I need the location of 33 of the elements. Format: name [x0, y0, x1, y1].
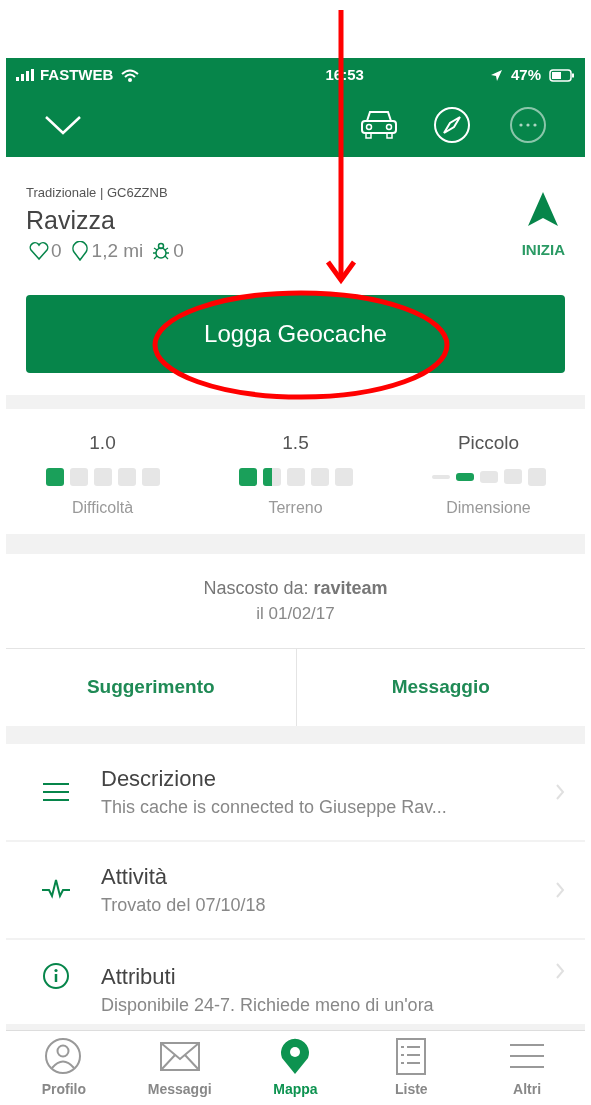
hidden-date: il 01/02/17 — [256, 603, 335, 626]
rating-value: 1.0 — [89, 431, 116, 456]
tab-bar-item[interactable]: Profilo — [6, 1031, 122, 1105]
detail-subtitle: Trovato del 07/10/18 — [101, 893, 267, 917]
rating-value: 1.5 — [282, 431, 309, 456]
tab-bar-item[interactable]: Liste — [353, 1031, 470, 1105]
detail-subtitle: Disponibile 24-7. Richiede meno di un'ora — [101, 994, 435, 1017]
action-button[interactable]: Messaggio — [295, 649, 585, 726]
hidden-by-text: Nascosto da: raviteam — [203, 577, 388, 601]
rating-label: Terreno — [268, 497, 323, 518]
action-button[interactable]: Suggerimento — [6, 649, 296, 726]
battery-percent: 47% — [510, 64, 541, 85]
detail-row[interactable]: Descrizione This cache is connected to Giuseppe Rav... — [6, 744, 585, 840]
favorites-count: 0 — [51, 238, 62, 263]
detail-row[interactable]: Attributi Disponibile 24-7. Richiede meno di un'ora — [6, 940, 585, 1024]
tab-bar-item[interactable]: Messaggi — [121, 1031, 238, 1105]
rating-label: Dimensione — [446, 497, 531, 518]
distance: 1,2 mi — [91, 238, 144, 263]
rating-value: Piccolo — [457, 431, 520, 456]
cache-type-code: Tradizionale | GC6ZZNB — [26, 184, 169, 202]
cache-name: Ravizza — [26, 204, 116, 236]
detail-title: Attività — [101, 862, 169, 891]
log-geocache-button[interactable]: Logga Geocache — [26, 295, 565, 373]
detail-row[interactable]: Attività Trovato del 07/10/18 — [6, 842, 585, 938]
rating-label: Difficoltà — [71, 497, 134, 518]
start-navigation-button[interactable]: INIZIA — [521, 183, 565, 265]
tab-bar-item[interactable]: Altri — [469, 1031, 585, 1105]
detail-subtitle: This cache is connected to Giuseppe Rav... — [101, 795, 448, 819]
trackables-count: 0 — [173, 238, 184, 263]
tab-bar-item[interactable]: Mappa — [237, 1031, 354, 1105]
carrier-name: FASTWEB — [40, 64, 114, 85]
detail-title: Attributi — [101, 963, 177, 991]
detail-title: Descrizione — [101, 764, 217, 793]
